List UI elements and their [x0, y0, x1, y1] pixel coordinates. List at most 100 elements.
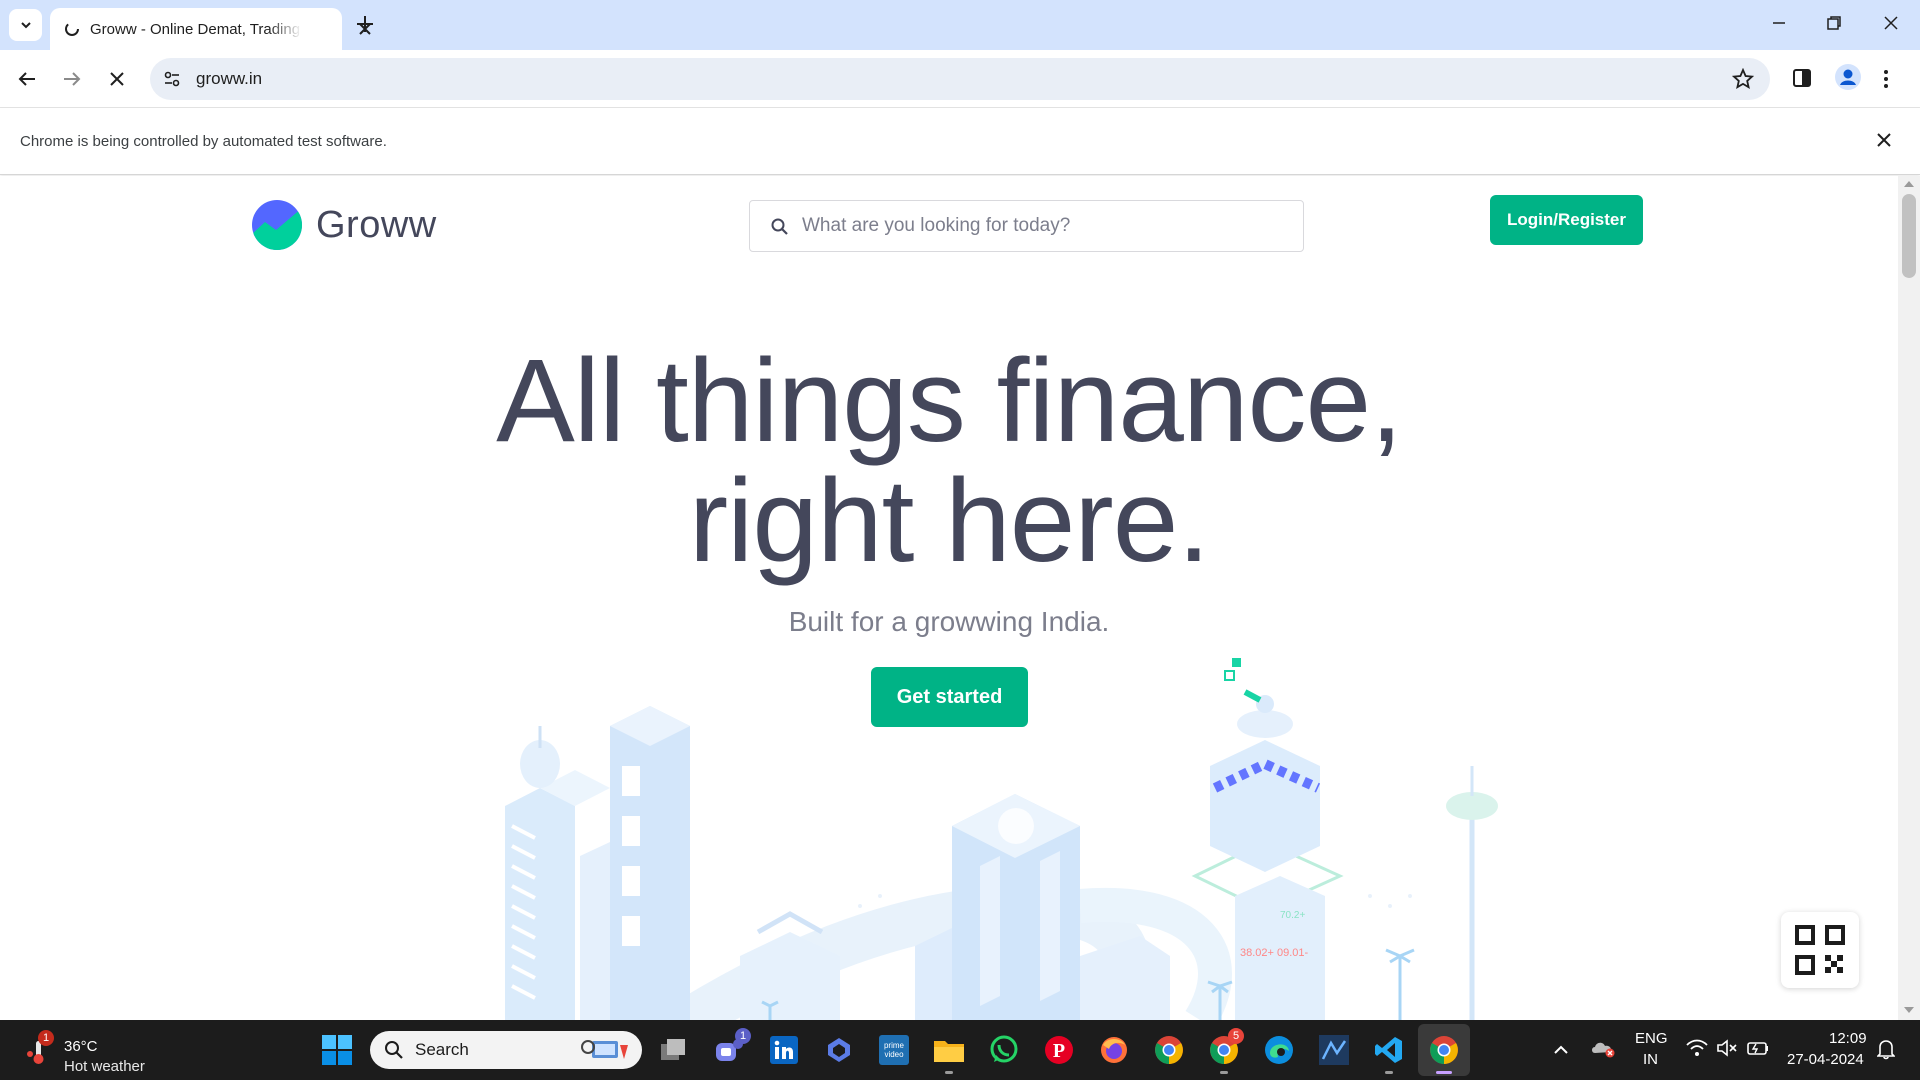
scroll-up-icon[interactable]: [1904, 181, 1914, 187]
profile-avatar-icon[interactable]: [1835, 64, 1861, 90]
running-indicator: [945, 1071, 953, 1074]
restore-icon[interactable]: [1825, 14, 1843, 32]
folder-icon: [934, 1041, 964, 1062]
vscode-app[interactable]: [1371, 1032, 1407, 1074]
infobar-close-icon[interactable]: [1876, 132, 1892, 148]
chrome-icon: [1155, 1036, 1183, 1064]
hero-subtitle: Built for a growwing India.: [788, 606, 1110, 637]
windows-taskbar: 1 36°C Hot weather Search 1 prime video P: [0, 1020, 1920, 1080]
svg-text:prime: prime: [884, 1041, 905, 1050]
pinterest-icon: P: [1045, 1036, 1073, 1064]
groww-logo[interactable]: Groww: [252, 200, 437, 250]
svg-text:P: P: [1053, 1040, 1065, 1062]
tab-search-button[interactable]: [9, 9, 42, 41]
region-indicator: IN: [1643, 1051, 1658, 1068]
site-search-input[interactable]: [802, 211, 1282, 241]
qr-code-icon: [1795, 925, 1845, 975]
whatsapp-icon: [990, 1035, 1018, 1063]
chrome-app[interactable]: [1151, 1032, 1187, 1068]
running-indicator: [1385, 1071, 1393, 1074]
edge-icon: [1265, 1036, 1293, 1064]
page-scrollbar[interactable]: [1898, 176, 1920, 1020]
clock-time[interactable]: 12:09: [1829, 1030, 1867, 1047]
active-indicator: [1436, 1071, 1452, 1074]
weather-description: Hot weather: [64, 1058, 145, 1075]
browser-toolbar: groww.in: [0, 50, 1920, 108]
city-illustration: 38.02+ 09.01- 70.2+: [505, 658, 1498, 1020]
side-panel-icon[interactable]: [1792, 68, 1812, 88]
active-tab[interactable]: Groww - Online Demat, Trading: [50, 8, 371, 50]
linkedin-app[interactable]: [766, 1032, 802, 1068]
chrome-active-icon: [1430, 1036, 1458, 1064]
chrome-profile-badge: 5: [1228, 1028, 1244, 1044]
weather-badge: 1: [38, 1030, 54, 1046]
chrome-active-app[interactable]: [1426, 1032, 1462, 1074]
teams-app[interactable]: 1: [711, 1028, 751, 1068]
prime-video-icon: primevideo: [879, 1035, 909, 1065]
edge-app[interactable]: [1261, 1032, 1297, 1068]
language-indicator[interactable]: ENG: [1635, 1030, 1668, 1047]
minimize-icon[interactable]: [1770, 14, 1788, 32]
onedrive-icon[interactable]: [1590, 1038, 1616, 1058]
clock-date: 27-04-2024: [1787, 1051, 1864, 1068]
site-info-icon[interactable]: [163, 70, 181, 88]
loading-favicon-icon: [65, 22, 79, 36]
scrollbar-thumb[interactable]: [1902, 194, 1916, 278]
taskbar-search-label: Search: [415, 1040, 469, 1059]
whatsapp-app[interactable]: [986, 1032, 1022, 1068]
file-explorer-app[interactable]: [931, 1032, 967, 1074]
site-search-box[interactable]: [749, 200, 1304, 252]
chevron-up-icon[interactable]: [1553, 1044, 1569, 1054]
vscode-icon: [1375, 1037, 1402, 1063]
automation-infobar: Chrome is being controlled by automated …: [0, 108, 1920, 175]
groww-logo-icon: [252, 200, 302, 250]
address-bar[interactable]: groww.in: [150, 58, 1770, 100]
task-view-icon: [661, 1039, 685, 1060]
taskbar-search[interactable]: Search: [370, 1031, 642, 1069]
hero-heading-line1: All things finance,: [496, 335, 1403, 467]
search-icon: [771, 218, 788, 235]
chrome-profile-app[interactable]: 5: [1206, 1028, 1244, 1074]
qr-code-button[interactable]: [1781, 912, 1859, 988]
wifi-icon[interactable]: [1686, 1039, 1708, 1057]
pinterest-app[interactable]: P: [1041, 1032, 1077, 1068]
speaker-muted-icon[interactable]: [1716, 1039, 1738, 1057]
window-close-icon[interactable]: [1882, 14, 1900, 32]
linkedin-icon: [770, 1036, 798, 1064]
logo-wordmark: Groww: [316, 203, 437, 246]
firefox-icon: [1101, 1037, 1127, 1063]
weather-temp: 36°C: [64, 1038, 98, 1055]
tab-title: Groww - Online Demat, Trading: [90, 21, 302, 38]
svg-text:70.2+: 70.2+: [1280, 910, 1305, 921]
forward-arrow-icon[interactable]: [61, 68, 83, 90]
prime-video-app[interactable]: prime video: [876, 1032, 912, 1068]
teams-badge: 1: [735, 1028, 751, 1044]
weather-widget[interactable]: 1 36°C Hot weather: [24, 1028, 184, 1075]
web-page: Groww Login/Register All things finance,…: [0, 176, 1898, 1020]
infobar-message: Chrome is being controlled by automated …: [20, 133, 387, 150]
running-indicator: [1220, 1071, 1228, 1074]
firefox-app[interactable]: [1096, 1032, 1132, 1068]
notification-bell-icon[interactable]: [1877, 1038, 1895, 1060]
hero-heading-line2: right here.: [688, 455, 1210, 587]
windows-start-icon[interactable]: [322, 1035, 352, 1065]
python-editor-app[interactable]: [1316, 1032, 1352, 1068]
copilot-icon: [828, 1038, 850, 1062]
python-editor-icon: [1319, 1035, 1349, 1065]
copilot-app[interactable]: [821, 1032, 857, 1068]
url-text: groww.in: [196, 69, 263, 88]
stop-loading-icon[interactable]: [106, 68, 128, 90]
browser-titlebar: Groww - Online Demat, Trading: [0, 0, 1920, 50]
menu-kebab-icon[interactable]: [1883, 68, 1889, 90]
search-highlight-icon: [581, 1040, 628, 1059]
new-tab-icon[interactable]: [354, 13, 376, 35]
search-icon: [385, 1041, 403, 1059]
login-register-button[interactable]: Login/Register: [1490, 195, 1643, 245]
bookmark-star-icon[interactable]: [1732, 68, 1754, 90]
scroll-down-icon[interactable]: [1904, 1007, 1914, 1013]
task-view-app[interactable]: [656, 1032, 692, 1068]
svg-text:video: video: [884, 1050, 904, 1059]
back-arrow-icon[interactable]: [16, 68, 38, 90]
battery-icon[interactable]: [1746, 1039, 1770, 1057]
chevron-down-icon: [20, 22, 31, 29]
